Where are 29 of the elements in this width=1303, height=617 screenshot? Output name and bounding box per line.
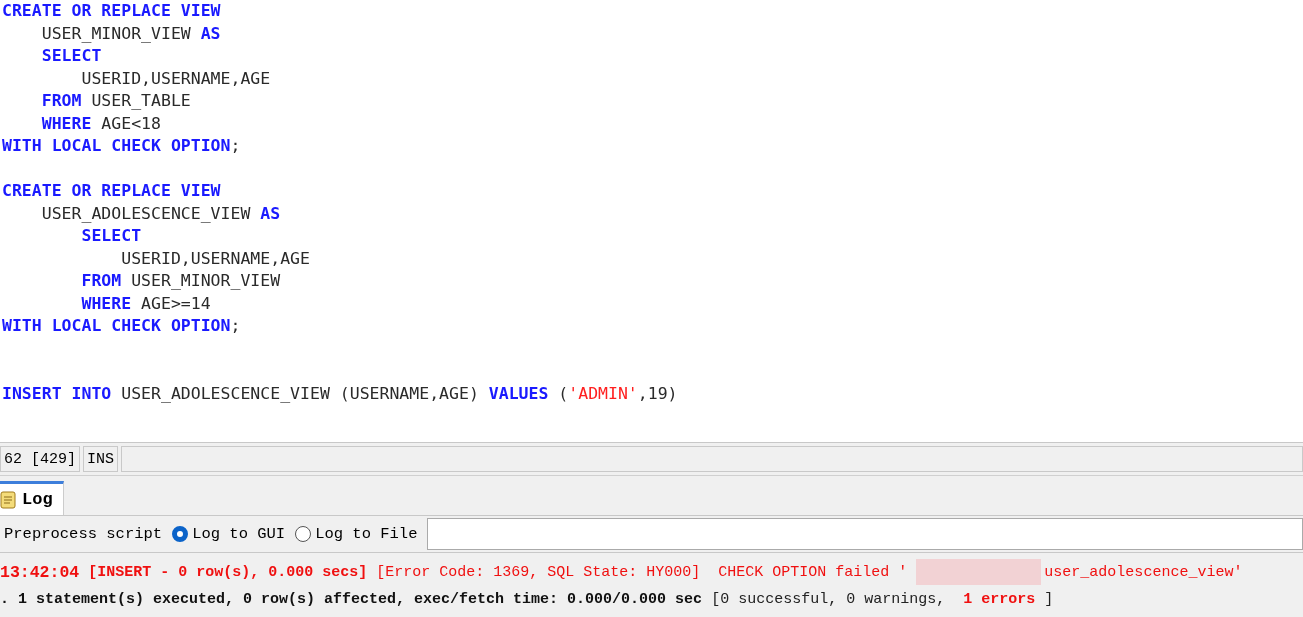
code-line: USERID,USERNAME,AGE bbox=[120, 247, 311, 270]
error-message: [Error Code: 1369, SQL State: HY000] CHECK OPTION failed ' bbox=[376, 563, 908, 581]
code-line: FROM USER_MINOR_VIEW bbox=[80, 270, 282, 292]
log-option-radio[interactable]: Log to GUI bbox=[172, 525, 286, 543]
execution-summary: . 1 statement(s) executed, 0 row(s) affected, exec/fetch time: 0.000/0.000 sec bbox=[0, 590, 703, 608]
code-line: WITH LOCAL CHECK OPTION; bbox=[1, 135, 242, 157]
code-line: SELECT bbox=[40, 45, 103, 67]
code-line: SELECT bbox=[80, 225, 143, 247]
log-time: 13:42:04 bbox=[0, 562, 80, 582]
error-message: user_adolescence_view' bbox=[1044, 563, 1243, 581]
insert-mode: INS bbox=[83, 446, 119, 472]
error-summary: 1 errors bbox=[963, 590, 1036, 608]
code-line: WHERE AGE>=14 bbox=[80, 292, 212, 315]
code-line: USER_ADOLESCENCE_VIEW AS bbox=[40, 202, 282, 225]
result-text: ] bbox=[1044, 590, 1054, 608]
error-summary: [INSERT - 0 row(s), 0.000 secs] bbox=[88, 563, 368, 581]
code-line: FROM USER_TABLE bbox=[40, 90, 192, 112]
log-option-radio[interactable]: Log to File bbox=[295, 525, 418, 543]
preprocess-label: Preprocess script bbox=[4, 525, 163, 543]
code-line: WITH LOCAL CHECK OPTION; bbox=[1, 315, 242, 337]
code-line: INSERT INTO USER_ADOLESCENCE_VIEW (USERNAME,AGE) VALUES ('ADMIN',19) bbox=[1, 382, 679, 405]
code-line: USER_MINOR_VIEW AS bbox=[40, 22, 222, 45]
code-line: CREATE OR REPLACE VIEW bbox=[1, 180, 222, 202]
result-text: [0 successful, 0 warnings, bbox=[711, 590, 947, 608]
log-tab[interactable]: Log bbox=[0, 481, 64, 515]
code-line: WHERE AGE<18 bbox=[40, 112, 162, 135]
code-line: CREATE OR REPLACE VIEW bbox=[1, 0, 222, 22]
code-line: USERID,USERNAME,AGE bbox=[80, 67, 272, 90]
cursor-position: 62 [429] bbox=[0, 446, 80, 472]
